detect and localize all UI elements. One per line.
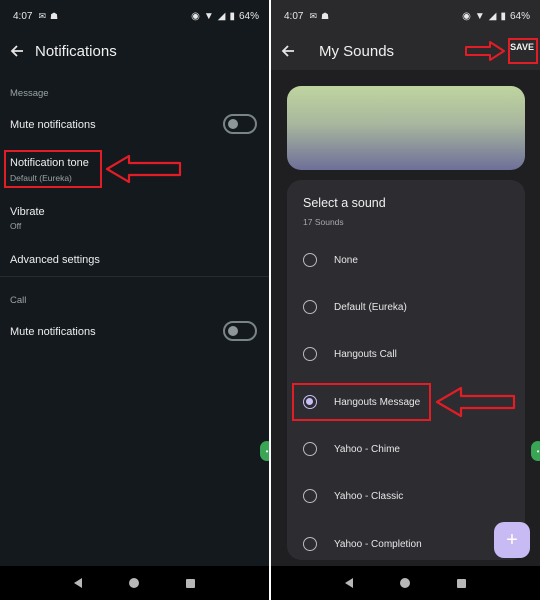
status-bar: 4:07 ✉ ☗ ◉ ▼ ◢ ▮ 64%	[271, 0, 540, 32]
divider	[0, 276, 269, 277]
nav-recents-icon[interactable]	[186, 578, 196, 588]
status-bar: 4:07 ✉ ☗ ◉ ▼ ◢ ▮ 64%	[0, 0, 269, 32]
radio-button[interactable]	[303, 300, 317, 314]
nav-home-icon[interactable]	[399, 578, 410, 588]
sheet-title: Select a sound	[303, 196, 386, 210]
battery-icon: ▮	[229, 10, 235, 22]
sound-preview-banner	[287, 86, 525, 170]
nav-back-icon[interactable]	[344, 578, 353, 588]
gmail-icon: ✉	[309, 10, 318, 21]
nav-back-icon[interactable]	[73, 578, 82, 588]
signal-icon: ◢	[217, 10, 226, 22]
radio-button[interactable]	[303, 489, 317, 503]
page-title: Notifications	[35, 42, 117, 60]
toggle-knob	[228, 119, 238, 129]
highlight-box	[4, 150, 102, 188]
screenshot: 4:07 ✉ ☗ ◉ ▼ ◢ ▮ 64% Notifications Messa…	[0, 0, 540, 600]
sound-option-label: Yahoo - Completion	[334, 538, 422, 550]
nav-recents-icon[interactable]	[457, 578, 467, 588]
red-arrow-right-icon	[465, 41, 505, 61]
radio-button[interactable]	[303, 537, 317, 551]
my-sounds-screen: 4:07 ✉ ☗ ◉ ▼ ◢ ▮ 64% My Sounds SAVE Sele…	[271, 0, 540, 600]
system-nav-bar	[0, 566, 269, 600]
back-arrow-icon[interactable]	[8, 42, 26, 60]
battery-icon: ▮	[500, 10, 506, 22]
red-arrow-left-icon	[105, 154, 182, 184]
sound-option[interactable]: Hangouts Call	[287, 342, 525, 366]
battery-percent: 64%	[509, 10, 530, 22]
system-nav-bar	[271, 566, 540, 600]
highlight-box	[292, 383, 431, 421]
battery-percent: 64%	[238, 10, 259, 22]
wifi-icon: ▼	[203, 10, 214, 22]
status-time: 4:07	[13, 10, 33, 22]
sound-option-label: Hangouts Call	[334, 348, 397, 360]
eye-icon: ◉	[462, 10, 471, 22]
mute-message-label: Mute notifications	[10, 119, 96, 131]
sound-option-label: None	[334, 254, 358, 266]
radio-button[interactable]	[303, 347, 317, 361]
back-arrow-icon[interactable]	[279, 42, 297, 60]
advanced-settings-item[interactable]: Advanced settings	[10, 254, 100, 266]
add-sound-button[interactable]: +	[494, 522, 530, 558]
app-bar: Notifications	[0, 32, 269, 70]
nav-home-icon[interactable]	[128, 578, 139, 588]
red-arrow-left-icon	[435, 386, 516, 418]
toggle-knob	[228, 326, 238, 336]
mute-call-toggle[interactable]	[223, 321, 257, 341]
mute-message-toggle[interactable]	[223, 114, 257, 134]
signal-icon: ◢	[488, 10, 497, 22]
sound-option-label: Yahoo - Classic	[334, 490, 404, 502]
radio-button[interactable]	[303, 442, 317, 456]
highlight-box	[508, 38, 538, 64]
sound-count: 17 Sounds	[303, 217, 344, 227]
sound-picker-sheet: Select a sound 17 Sounds None Default (E…	[287, 180, 525, 560]
sound-option[interactable]: Yahoo - Classic	[287, 484, 525, 508]
status-icons: ◉ ▼ ◢ ▮ 64%	[191, 11, 259, 22]
incognito-icon: ☗	[321, 10, 330, 21]
mute-call-label: Mute notifications	[10, 326, 96, 338]
status-icons: ◉ ▼ ◢ ▮ 64%	[462, 11, 530, 22]
edge-panel-handle[interactable]: •	[260, 441, 269, 461]
notifications-screen: 4:07 ✉ ☗ ◉ ▼ ◢ ▮ 64% Notifications Messa…	[0, 0, 269, 600]
gmail-icon: ✉	[38, 10, 47, 21]
vibrate-value: Off	[10, 221, 22, 231]
sound-option[interactable]: Yahoo - Chime	[287, 437, 525, 461]
section-header-call: Call	[10, 295, 27, 306]
radio-button[interactable]	[303, 253, 317, 267]
sound-option-label: Yahoo - Chime	[334, 443, 400, 455]
sound-option[interactable]: Yahoo - Completion	[287, 532, 525, 556]
section-header-message: Message	[10, 88, 49, 99]
page-title: My Sounds	[319, 42, 395, 60]
edge-panel-handle[interactable]: •	[531, 441, 540, 461]
sound-option[interactable]: Default (Eureka)	[287, 295, 525, 319]
vibrate-label: Vibrate	[10, 206, 45, 218]
eye-icon: ◉	[191, 10, 200, 22]
wifi-icon: ▼	[474, 10, 485, 22]
sound-option[interactable]: None	[287, 248, 525, 272]
sound-option-label: Default (Eureka)	[334, 301, 407, 313]
incognito-icon: ☗	[50, 10, 59, 21]
status-time: 4:07	[284, 10, 304, 22]
